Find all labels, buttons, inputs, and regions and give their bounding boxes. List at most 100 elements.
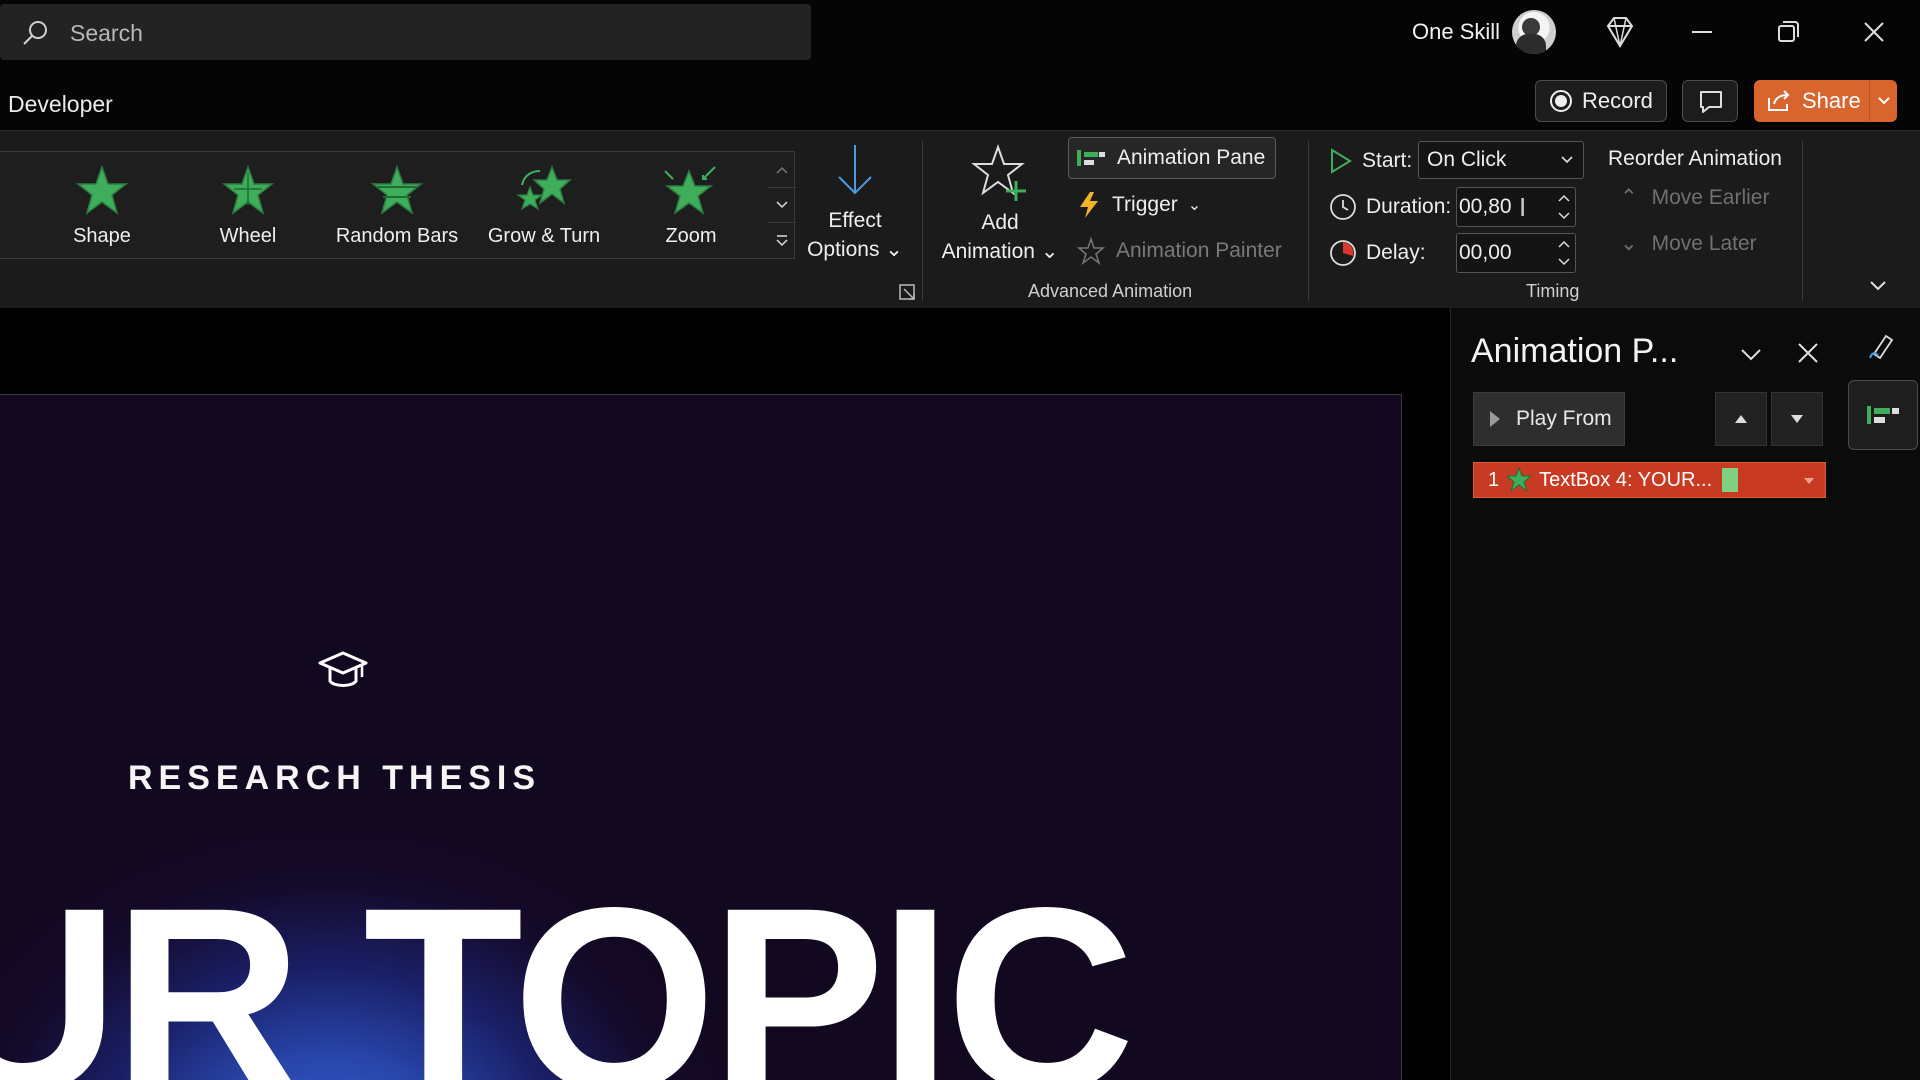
graduation-cap-icon[interactable] <box>316 645 370 699</box>
play-triangle-icon <box>1331 148 1352 174</box>
account-name[interactable]: One Skill <box>1412 19 1500 45</box>
close-icon[interactable] <box>1795 340 1821 366</box>
record-button[interactable]: Record <box>1535 80 1667 122</box>
gallery-expand-icon <box>776 234 788 246</box>
share-dropdown[interactable] <box>1869 80 1897 122</box>
add-animation-line2: Animation <box>941 240 1035 263</box>
slide-canvas[interactable]: RESEARCH THESIS UR TOPIC <box>0 394 1402 1080</box>
slide-title[interactable]: UR TOPIC <box>0 869 1135 1080</box>
restore-window-icon[interactable] <box>1768 12 1808 52</box>
delay-input[interactable]: 00,00 <box>1456 233 1576 273</box>
animation-item-index: 1 <box>1488 468 1500 491</box>
record-icon <box>1550 90 1572 112</box>
work-area: RESEARCH THESIS UR TOPIC Animation P... … <box>0 308 1920 1080</box>
triangle-down-icon <box>1791 415 1803 423</box>
comments-button[interactable] <box>1682 80 1738 122</box>
slide-subtitle[interactable]: RESEARCH THESIS <box>128 759 541 798</box>
trigger-button[interactable]: Trigger ⌄ <box>1076 185 1201 225</box>
star-add-icon <box>971 143 1026 201</box>
add-animation-button[interactable]: Add Animation ⌄ <box>935 143 1065 273</box>
gallery-scroll-up[interactable] <box>768 153 796 188</box>
gallery-more[interactable] <box>768 223 796 258</box>
reorder-animation-title: Reorder Animation <box>1608 147 1782 170</box>
chevron-down-icon: ⌄ <box>885 238 903 261</box>
gallery-item-random-bars[interactable]: Random Bars <box>327 155 467 255</box>
ribbon-separator <box>1802 141 1803 301</box>
search-icon <box>23 21 47 45</box>
share-label: Share <box>1802 88 1861 113</box>
gallery-item-shape[interactable]: Shape <box>32 155 172 255</box>
avatar[interactable] <box>1512 10 1556 54</box>
gallery-label: Wheel <box>219 225 277 247</box>
effect-options-label-2: Options ⌄ <box>800 235 910 264</box>
animation-list-item[interactable]: 1 TextBox 4: YOUR... <box>1473 462 1826 498</box>
chevron-down-icon: ⌄ <box>1620 232 1638 255</box>
gallery-item-wheel[interactable]: Wheel <box>178 155 318 255</box>
effect-options-button[interactable]: Effect Options ⌄ <box>800 141 910 271</box>
play-from-button[interactable]: Play From <box>1473 392 1625 446</box>
ribbon-animations: Shape Wheel Random Bars Grow & Turn Zoom… <box>0 130 1920 308</box>
chevron-down-icon <box>1561 156 1573 164</box>
gallery-label: Grow & Turn <box>487 225 601 247</box>
chevron-down-icon: ⌄ <box>1187 197 1202 214</box>
comment-icon <box>1700 91 1722 113</box>
animation-pane-icon <box>1077 150 1105 166</box>
delay-label: Delay: <box>1366 241 1426 264</box>
move-earlier-button[interactable]: ⌃ Move Earlier <box>1620 185 1769 210</box>
start-label: Start: <box>1362 149 1413 172</box>
dialog-launcher-icon[interactable] <box>898 283 918 303</box>
move-later-label: Move Later <box>1651 231 1757 255</box>
chevron-up-icon: ⌃ <box>1620 186 1638 209</box>
chevron-down-icon[interactable] <box>1737 340 1765 368</box>
ribbon-options-chevron-icon[interactable] <box>1866 273 1890 297</box>
spinner-arrows-icon[interactable] <box>1555 236 1573 270</box>
move-down-button[interactable] <box>1771 392 1823 446</box>
timing-delay-row: Delay: <box>1328 233 1426 273</box>
close-window-icon[interactable] <box>1854 12 1894 52</box>
move-later-button[interactable]: ⌄ Move Later <box>1620 231 1757 256</box>
start-select[interactable]: On Click <box>1418 141 1584 179</box>
text-cursor-icon: I <box>1519 192 1527 222</box>
spinner-arrows-icon[interactable] <box>1555 190 1573 224</box>
gallery-item-grow-turn[interactable]: Grow & Turn <box>474 155 614 255</box>
arrow-down-icon <box>838 145 872 195</box>
star-random-bars-icon <box>370 164 424 215</box>
move-up-button[interactable] <box>1715 392 1767 446</box>
gallery-label: Zoom <box>665 225 717 247</box>
gallery-item-zoom[interactable]: Zoom <box>621 155 761 255</box>
timeline-bar <box>1722 468 1739 492</box>
search-box[interactable]: Search <box>0 4 811 60</box>
search-placeholder: Search <box>70 20 143 46</box>
animation-painter-label: Animation Painter <box>1116 239 1282 262</box>
chevron-down-icon <box>776 201 788 209</box>
effect-options-line2: Options <box>807 238 880 261</box>
duration-input[interactable]: 00,80 I <box>1456 187 1576 227</box>
delay-value: 00,00 <box>1459 241 1512 264</box>
gallery-scroll-down[interactable] <box>768 188 796 223</box>
minimize-icon[interactable] <box>1682 12 1722 52</box>
triangle-down-icon[interactable] <box>1803 477 1815 485</box>
chevron-down-icon <box>1878 97 1890 105</box>
tab-developer[interactable]: Developer <box>8 91 113 118</box>
chevron-up-icon <box>776 166 788 174</box>
title-bar: Search One Skill <box>0 0 1920 64</box>
premium-diamond-icon[interactable] <box>1600 12 1640 52</box>
star-zoom-icon <box>664 166 716 215</box>
ribbon-separator <box>1308 141 1309 301</box>
group-label-timing: Timing <box>1526 281 1580 301</box>
chevron-down-icon: ⌄ <box>1040 240 1059 263</box>
animation-pane-label: Animation Pane <box>1117 146 1266 169</box>
lightning-icon <box>1080 192 1098 218</box>
effect-options-label: Effect <box>828 209 882 232</box>
animation-pane-button[interactable]: Animation Pane <box>1068 137 1276 179</box>
designer-brush-icon[interactable] <box>1866 328 1900 362</box>
duration-label: Duration: <box>1366 195 1452 218</box>
share-button[interactable]: Share <box>1754 80 1897 122</box>
trigger-label: Trigger <box>1112 193 1178 216</box>
animation-painter-button[interactable]: Animation Painter <box>1076 231 1282 271</box>
triangle-up-icon <box>1735 415 1747 423</box>
animation-item-label: TextBox 4: YOUR... <box>1539 468 1713 491</box>
star-shape-icon <box>75 164 129 215</box>
move-earlier-label: Move Earlier <box>1651 185 1770 209</box>
animation-pane-toggle[interactable] <box>1848 380 1918 450</box>
